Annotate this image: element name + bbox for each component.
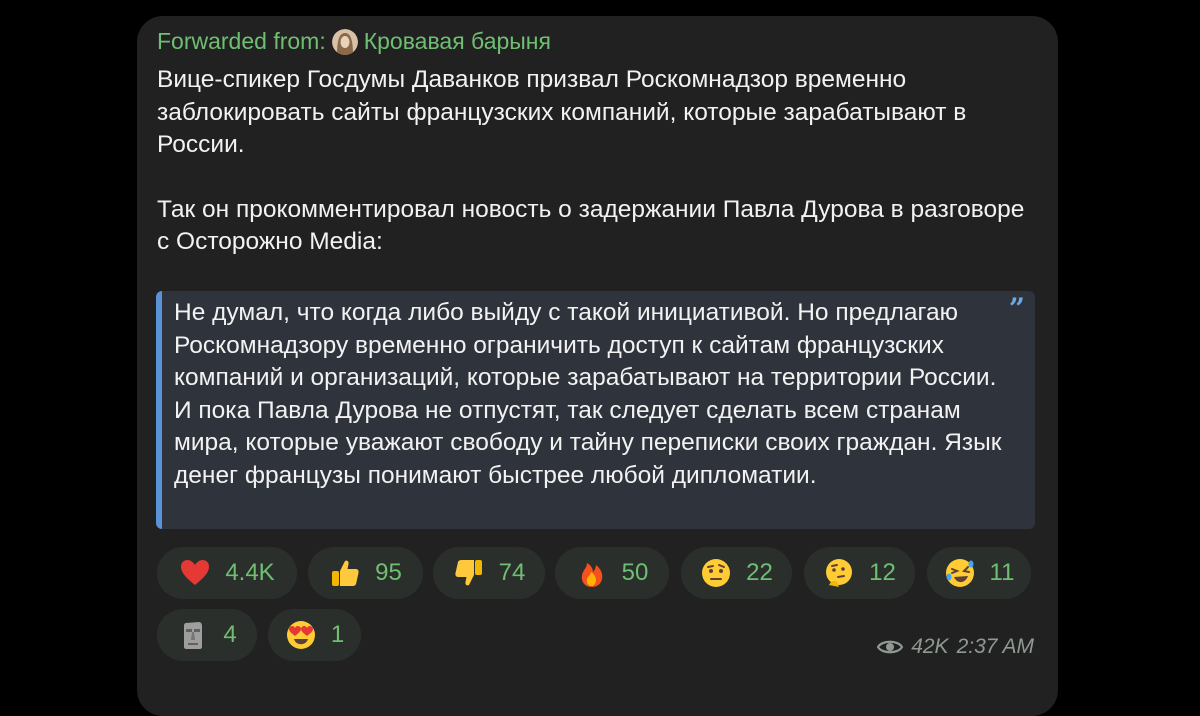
blockquote: Не думал, что когда либо выйду с такой и…	[156, 291, 1035, 529]
reaction-count: 22	[746, 559, 773, 586]
forwarded-label: Forwarded from:	[157, 28, 326, 54]
reaction-thumbs-down[interactable]: 74	[433, 547, 545, 599]
thinking-face-icon	[826, 559, 853, 587]
heart-icon	[181, 560, 210, 585]
reaction-fire[interactable]: 50	[555, 547, 669, 599]
raised-eyebrow-face-icon	[702, 559, 731, 587]
reaction-thinking[interactable]: 12	[804, 547, 915, 599]
forwarded-header[interactable]: Forwarded from: Кровавая барыня	[157, 28, 551, 55]
message-time: 2:37 AM	[956, 635, 1034, 658]
message-meta: 42K 2:37 AM	[877, 635, 1034, 659]
moai-icon	[184, 622, 203, 649]
channel-avatar[interactable]	[331, 28, 358, 55]
reaction-count: 1	[330, 621, 345, 648]
message-paragraph: Вице-спикер Госдумы Даванков призвал Рос…	[157, 66, 967, 158]
reaction-count: 95	[375, 559, 402, 586]
reaction-count: 4.4K	[225, 559, 275, 586]
reaction-count: 12	[869, 559, 896, 586]
fire-icon	[581, 563, 602, 587]
message-paragraph: Так он прокомментировал новость о задерж…	[157, 195, 1025, 256]
reaction-raised-eyebrow[interactable]: 22	[681, 547, 792, 599]
quote-text: Не думал, что когда либо выйду с такой и…	[174, 299, 1002, 489]
message-text: Вице-спикер Госдумы Даванков призвал Рос…	[157, 64, 1037, 259]
channel-name-link[interactable]: Кровавая барыня	[364, 28, 551, 55]
heart-eyes-face-icon	[286, 621, 315, 649]
reaction-count: 74	[498, 559, 526, 586]
reaction-thumbs-up[interactable]: 95	[308, 547, 423, 599]
eye-icon	[877, 640, 904, 654]
view-count: 42K	[911, 635, 949, 658]
reaction-count: 11	[989, 559, 1015, 586]
quote-icon: ”	[1008, 292, 1025, 325]
reaction-rolling-laughing[interactable]: 11	[927, 547, 1031, 599]
thumbs-down-icon	[455, 560, 482, 586]
reaction-count: 4	[223, 621, 237, 648]
reaction-moai[interactable]: 4	[157, 609, 257, 661]
rolling-laughing-face-icon	[945, 559, 974, 587]
thumbs-up-icon	[332, 560, 359, 586]
reaction-count: 50	[621, 559, 649, 586]
message-bubble: Forwarded from: Кровавая барыня Вице-спи…	[137, 16, 1058, 716]
reaction-heart[interactable]: 4.4K	[157, 547, 297, 599]
reaction-heart-eyes[interactable]: 1	[268, 609, 361, 661]
